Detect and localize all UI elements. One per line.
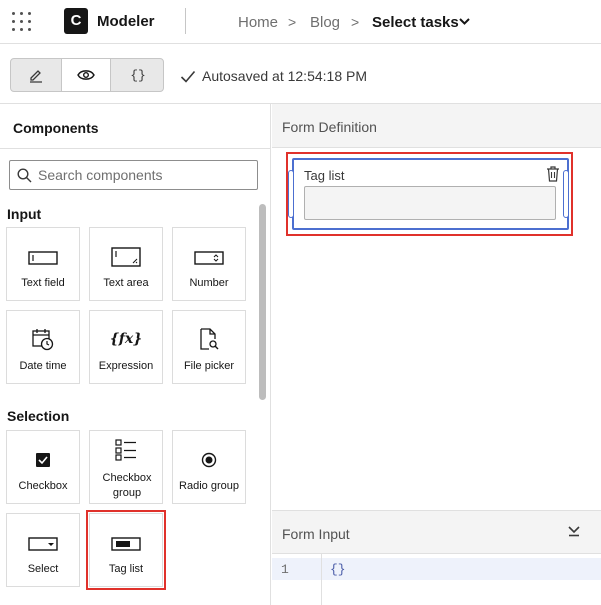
text-area-icon bbox=[111, 247, 141, 267]
number-icon bbox=[194, 251, 224, 265]
breadcrumb-current[interactable]: Select tasks bbox=[372, 14, 459, 31]
tag-list-input[interactable] bbox=[304, 186, 556, 220]
component-text-field[interactable]: Text field bbox=[6, 227, 80, 301]
date-time-icon bbox=[32, 329, 54, 351]
editor-panel: Form Definition Tag list Form Input 1 {} bbox=[272, 104, 601, 605]
expression-icon: {fx} bbox=[109, 331, 143, 347]
app-switcher-icon[interactable] bbox=[10, 10, 34, 34]
component-label: Text area bbox=[103, 277, 149, 289]
search-input[interactable] bbox=[38, 165, 253, 185]
form-input-title: Form Input bbox=[282, 526, 350, 542]
form-input-header: Form Input bbox=[272, 510, 601, 554]
eye-icon bbox=[77, 70, 95, 80]
line-number: 1 bbox=[281, 562, 289, 577]
app-header: C Modeler Home > Blog > Select tasks bbox=[0, 0, 601, 44]
resize-handle-right[interactable] bbox=[563, 170, 569, 218]
breadcrumb-blog[interactable]: Blog bbox=[310, 14, 340, 31]
component-label: Checkbox bbox=[18, 480, 68, 492]
component-checkbox[interactable]: Checkbox bbox=[6, 430, 80, 504]
toolbar: {} Autosaved at 12:54:18 PM bbox=[0, 44, 601, 104]
preview-mode-button[interactable] bbox=[61, 59, 111, 91]
components-title: Components bbox=[13, 120, 99, 136]
app-name: Modeler bbox=[97, 13, 155, 30]
design-mode-button[interactable] bbox=[11, 59, 61, 91]
form-definition-header: Form Definition bbox=[272, 104, 601, 148]
pencil-icon bbox=[30, 70, 42, 83]
component-label: Checkbox group bbox=[102, 472, 152, 499]
autosave-status: Autosaved at 12:54:18 PM bbox=[180, 68, 367, 84]
header-divider bbox=[185, 8, 186, 34]
group-title-input: Input bbox=[7, 206, 42, 222]
component-radio-group[interactable]: Radio group bbox=[172, 430, 246, 504]
component-label: Text field bbox=[21, 277, 65, 289]
breadcrumb-home[interactable]: Home bbox=[238, 14, 278, 31]
component-label: Select bbox=[27, 563, 59, 575]
component-expression[interactable]: {fx} Expression bbox=[89, 310, 163, 384]
search-icon bbox=[17, 168, 32, 183]
collapse-icon[interactable] bbox=[568, 525, 580, 537]
component-text-area[interactable]: Text area bbox=[89, 227, 163, 301]
breadcrumb-separator: > bbox=[351, 14, 360, 30]
component-label: Number bbox=[189, 277, 229, 289]
form-definition-title: Form Definition bbox=[282, 119, 377, 135]
component-number[interactable]: Number bbox=[172, 227, 246, 301]
form-field-tag-list[interactable]: Tag list bbox=[288, 158, 569, 230]
checkmark-icon bbox=[180, 70, 196, 83]
highlight-tag-list-tile bbox=[86, 510, 166, 590]
field-label: Tag list bbox=[304, 168, 345, 183]
scrollbar[interactable] bbox=[259, 204, 266, 400]
chevron-down-icon[interactable] bbox=[459, 17, 470, 26]
text-field-icon bbox=[28, 251, 58, 265]
component-file-picker[interactable]: File picker bbox=[172, 310, 246, 384]
trash-icon[interactable] bbox=[546, 166, 560, 182]
form-input-editor[interactable]: 1 {} bbox=[272, 554, 601, 605]
code-line[interactable]: {} bbox=[330, 562, 346, 577]
mode-switcher: {} bbox=[10, 58, 164, 92]
json-mode-button[interactable]: {} bbox=[113, 59, 163, 91]
divider bbox=[0, 148, 271, 149]
component-date-time[interactable]: Date time bbox=[6, 310, 80, 384]
checkbox-group-icon bbox=[115, 439, 136, 461]
component-label: Radio group bbox=[179, 480, 239, 492]
component-select[interactable]: Select bbox=[6, 513, 80, 587]
components-panel: Components Input Text field Text area bbox=[0, 104, 271, 605]
group-title-selection: Selection bbox=[7, 408, 70, 424]
component-label: File picker bbox=[183, 360, 235, 372]
logo: C bbox=[64, 8, 88, 34]
component-checkbox-group[interactable]: Checkbox group bbox=[89, 430, 163, 504]
line-gutter bbox=[272, 554, 322, 605]
breadcrumb-separator: > bbox=[288, 14, 297, 30]
autosave-text: Autosaved at 12:54:18 PM bbox=[202, 68, 367, 84]
component-label: Date time bbox=[19, 360, 67, 372]
file-picker-icon bbox=[200, 328, 219, 350]
radio-group-icon bbox=[201, 452, 217, 468]
resize-handle-left[interactable] bbox=[288, 170, 294, 218]
checkbox-icon bbox=[36, 453, 50, 467]
search-box bbox=[9, 160, 258, 190]
component-label: Expression bbox=[98, 360, 154, 372]
select-icon bbox=[28, 537, 58, 551]
